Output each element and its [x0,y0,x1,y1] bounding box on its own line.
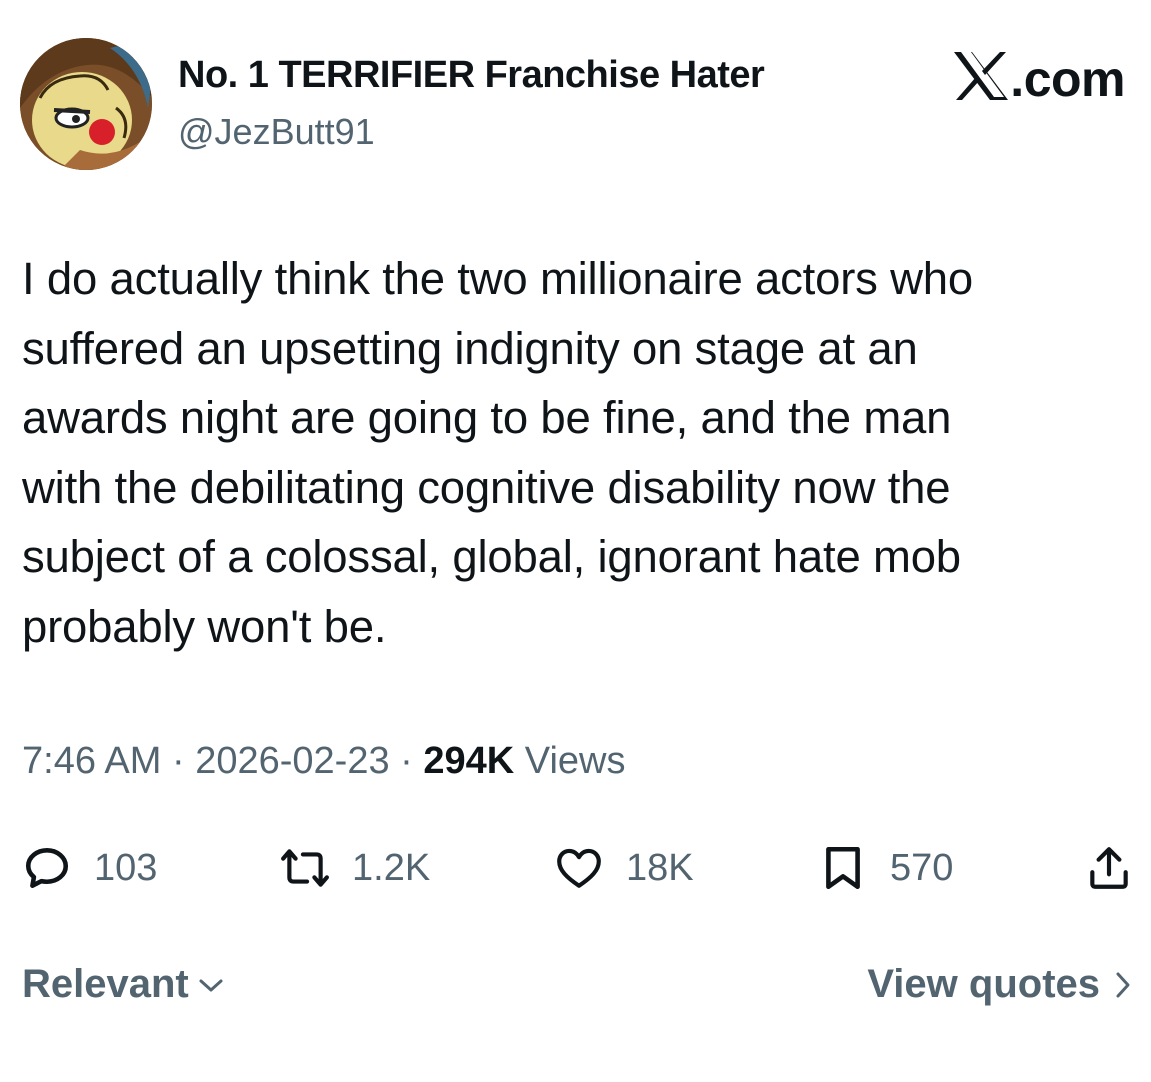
like-button[interactable]: 18K [554,838,694,898]
reply-count: 103 [94,846,158,889]
action-bar: 103 1.2K 18K 570 [22,838,1134,898]
brand-watermark: .com [952,50,1125,108]
tweet-date[interactable]: 2026-02-23 [195,740,389,782]
author-handle[interactable]: @JezButt91 [178,111,375,153]
share-icon [1090,847,1128,889]
sort-label: Relevant [22,962,189,1006]
views-count[interactable]: 294K [423,740,514,782]
sort-dropdown[interactable]: Relevant [22,962,225,1007]
repost-icon [281,849,329,887]
bookmark-count: 570 [890,846,954,889]
replies-footer: Relevant View quotes [22,962,1132,1018]
meta-separator: · [171,740,185,782]
heart-icon [557,848,601,888]
bookmark-button[interactable]: 570 [818,838,953,898]
tweet-meta: 7:46 AM · 2026-02-23 · 294K Views [22,740,625,783]
tweet-text: I do actually think the two millionaire … [22,253,974,652]
views-label: Views [524,740,626,782]
bookmark-icon [826,846,860,890]
view-quotes-label: View quotes [867,962,1100,1006]
tweet-header: No. 1 TERRIFIER Franchise Hater @JezButt… [20,38,1131,173]
repost-button[interactable]: 1.2K [280,838,430,898]
author-display-name[interactable]: No. 1 TERRIFIER Franchise Hater [178,54,765,97]
meta-separator: · [400,740,413,782]
like-count: 18K [626,846,694,889]
tweet-time[interactable]: 7:46 AM [22,740,161,782]
cartoon-clown-avatar-icon [20,38,152,170]
repost-count: 1.2K [352,846,431,889]
brand-label: .com [1010,51,1125,107]
share-button[interactable] [1084,838,1134,898]
reply-button[interactable]: 103 [22,838,157,898]
avatar[interactable] [20,38,152,170]
x-logo-icon [952,50,1010,102]
chevron-right-icon [1116,972,1130,997]
chevron-down-icon [199,979,223,991]
view-quotes-link[interactable]: View quotes [867,962,1132,1007]
reply-icon [25,848,69,888]
